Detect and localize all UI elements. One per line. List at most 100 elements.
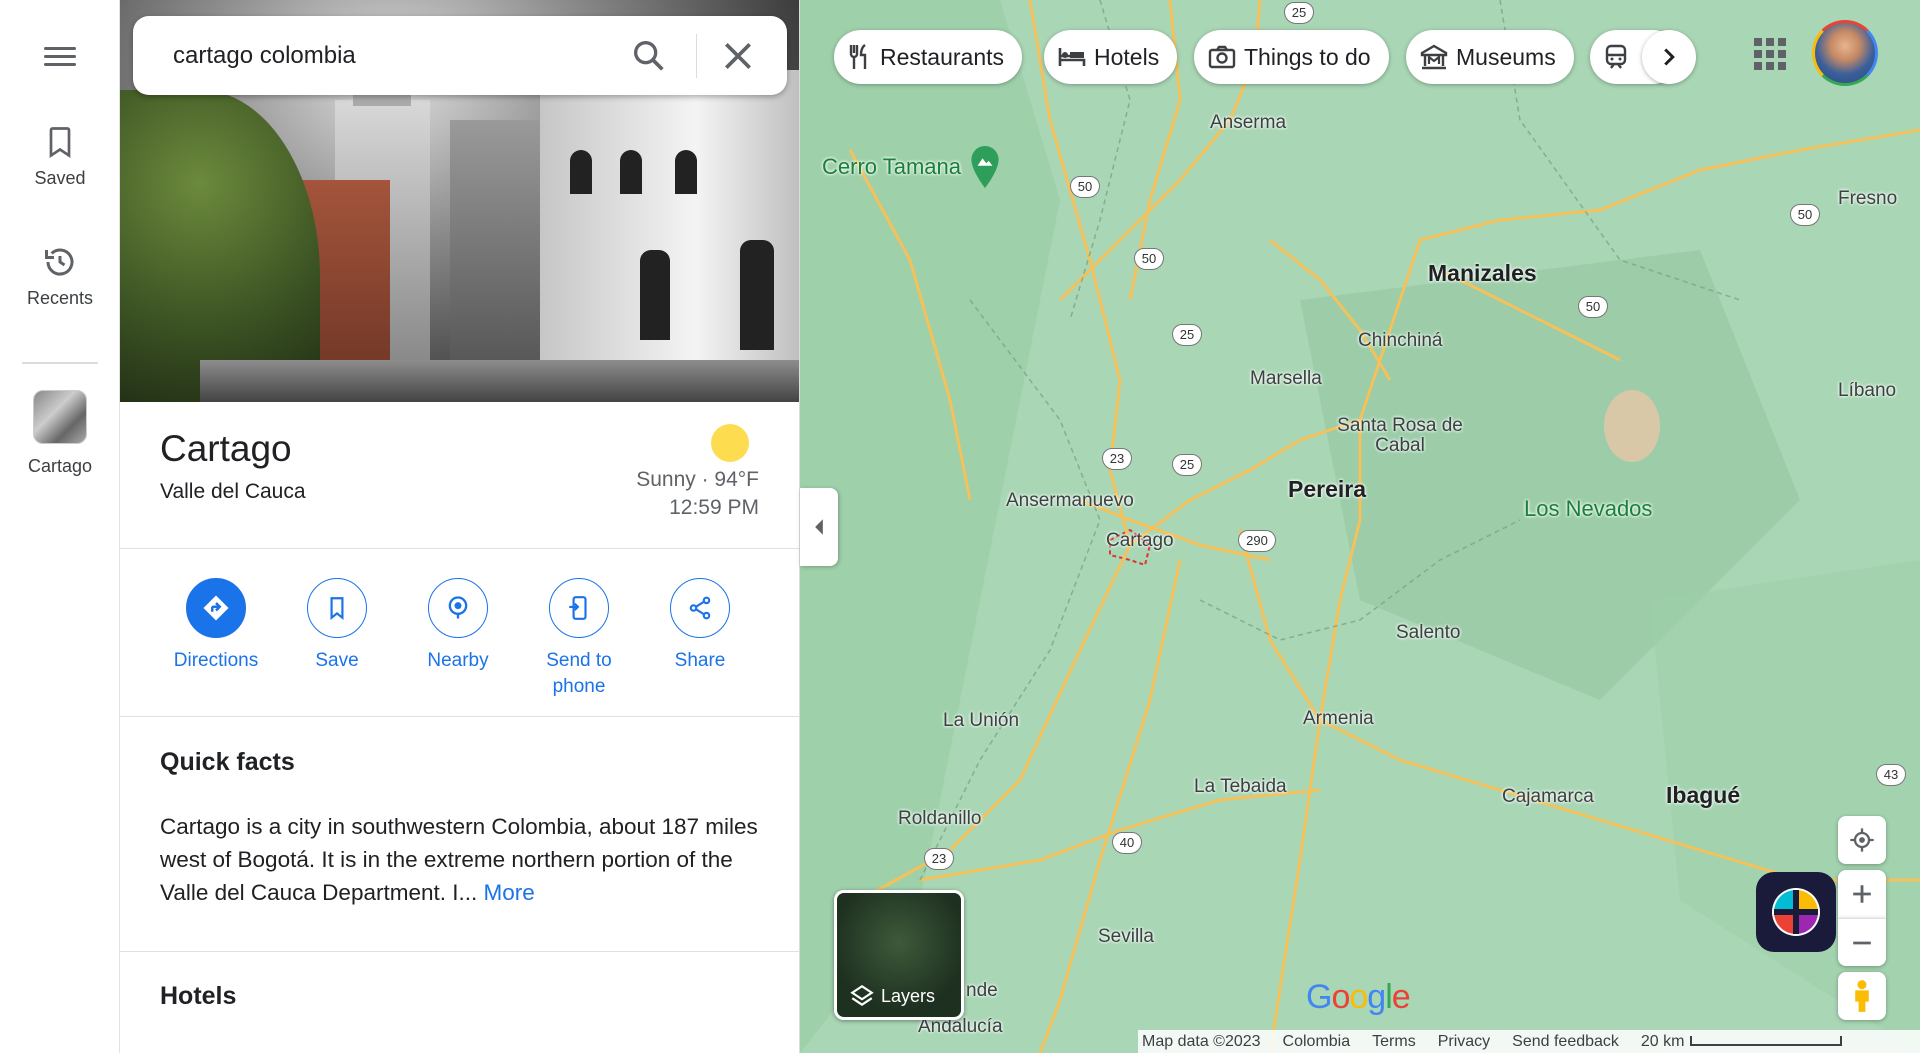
google-logo: Google [1306,978,1411,1016]
route-shield: 25 [1172,324,1202,346]
saved-button[interactable]: Saved [0,124,120,189]
map-label-la-tebaida: La Tebaida [1194,776,1287,797]
quick-facts-text: Cartago is a city in southwestern Colomb… [160,810,770,909]
bookmark-icon [330,597,344,621]
my-location-button[interactable] [1838,816,1886,864]
map-label-anserma: Anserma [1210,112,1287,133]
map-label-salento: Salento [1396,622,1461,643]
map-data-attribution: Map data ©2023 [1142,1032,1261,1050]
scale-label: 20 km [1640,1032,1685,1050]
route-shield: 25 [1172,454,1202,476]
directions-label: Directions [173,650,259,671]
chevron-right-icon [1664,48,1675,66]
nearby-icon [448,596,468,619]
fork-knife-icon [849,44,867,69]
route-shield: 23 [1102,448,1132,470]
recent-place-thumbnail [33,390,87,444]
map-label-marsella: Marsella [1250,368,1322,389]
map-label-sevilla: Sevilla [1098,926,1154,947]
search-box [133,16,787,95]
route-shield: 50 [1134,248,1164,270]
camera-icon [1208,45,1236,69]
apps-grid-icon[interactable] [1752,36,1786,70]
map-label-manizales: Manizales [1428,260,1537,286]
quick-facts-body: Cartago is a city in southwestern Colomb… [160,814,758,905]
menu-icon[interactable] [40,42,80,70]
zoom-in-button[interactable] [1838,870,1886,918]
chip-things-to-do[interactable]: Things to do [1194,30,1389,84]
layers-button[interactable]: Layers [834,890,964,1020]
collapse-panel-button[interactable] [800,488,838,566]
send-to-phone-button[interactable]: Send to phone [519,578,639,700]
map-label-fresno: Fresno [1838,188,1898,209]
map-label-partial: nde [966,980,998,1001]
account-avatar[interactable] [1812,20,1878,86]
privacy-link[interactable]: Privacy [1438,1033,1490,1051]
save-button[interactable]: Save [277,578,397,674]
place-title: Cartago [160,428,292,469]
bed-icon [1058,48,1086,66]
country-link[interactable]: Colombia [1283,1033,1351,1051]
close-icon[interactable] [718,36,758,76]
route-shield: 50 [1578,296,1608,318]
layers-icon [850,984,874,1006]
nearby-button[interactable]: Nearby [398,578,518,674]
directions-button[interactable]: Directions [156,578,276,674]
rail-divider [22,362,98,364]
divider [120,716,799,717]
recent-place-cartago[interactable]: Cartago [0,390,120,477]
send-to-phone-label: Send to phone [546,650,612,697]
chevron-left-icon [815,519,823,535]
search-icon[interactable] [629,36,669,76]
quick-facts-title: Quick facts [160,748,295,776]
map-label-los-nevados: Los Nevados [1524,496,1653,521]
park-pin-icon[interactable] [970,146,1000,188]
scale-bar[interactable]: 20 km [1641,1033,1865,1051]
terms-link[interactable]: Terms [1372,1033,1416,1051]
local-time: 12:59 PM [669,496,759,519]
zoom-out-button[interactable] [1838,918,1886,966]
scale-ruler [1690,1036,1843,1047]
route-shield: 25 [1284,2,1314,24]
share-icon [689,596,711,620]
assistant-widget-icon[interactable] [1756,872,1836,952]
bookmark-icon [49,127,71,159]
plus-icon [1853,885,1871,903]
send-feedback-link[interactable]: Send feedback [1512,1033,1619,1051]
map-terrain [800,0,1920,1053]
chip-label: Hotels [1094,43,1160,70]
share-button[interactable]: Share [640,578,760,674]
chip-hotels[interactable]: Hotels [1044,30,1178,84]
share-label: Share [674,650,726,671]
recents-label: Recents [26,288,94,308]
search-divider [696,34,697,78]
saved-label: Saved [34,168,86,188]
my-location-icon [1850,828,1874,852]
street-view-pegman[interactable] [1838,972,1886,1020]
map-label-roldanillo: Roldanillo [898,808,982,829]
chip-label: Things to do [1244,43,1371,70]
map-label-la-union: La Unión [943,710,1020,731]
divider [120,951,799,952]
chips-next-button[interactable] [1642,30,1696,84]
colorful-logo-icon [1772,888,1820,936]
museum-icon [1420,44,1448,70]
search-input[interactable] [173,38,593,74]
side-rail: Saved Recents Cartago [0,0,120,1053]
more-link[interactable]: More [484,880,535,905]
train-icon [1605,44,1627,69]
map-footer: Map data ©2023 Colombia Terms Privacy Se… [1138,1030,1920,1053]
chip-restaurants[interactable]: Restaurants [834,30,1023,84]
hotels-section-title: Hotels [160,982,237,1010]
divider [120,548,799,549]
chip-label: Restaurants [880,43,1005,70]
recent-place-label: Cartago [27,456,93,476]
map-canvas[interactable]: Anserma Cerro Tamana Manizales Fresno Ch… [800,0,1920,1053]
minus-icon [1853,941,1871,944]
pegman-icon [1855,980,1869,1012]
map-label-ansermanuevo: Ansermanuevo [1006,490,1134,511]
map-label-armenia: Armenia [1303,708,1374,729]
chip-museums[interactable]: Museums [1406,30,1574,84]
recents-button[interactable]: Recents [0,244,120,309]
route-shield: 50 [1070,176,1100,198]
